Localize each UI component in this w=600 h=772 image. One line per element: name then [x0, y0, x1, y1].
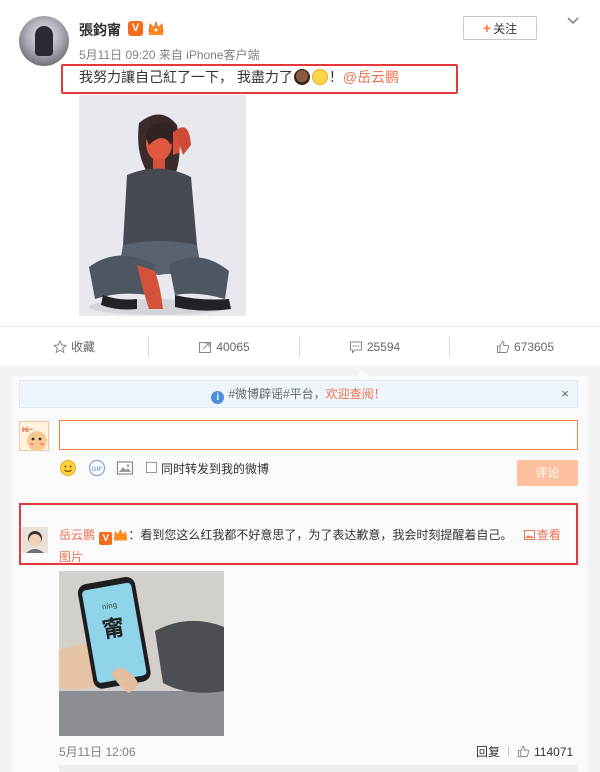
comment-icon — [349, 341, 362, 354]
follow-button[interactable]: + 关注 — [463, 16, 537, 40]
my-avatar[interactable]: Hi~ — [19, 421, 49, 451]
reply-time: 5月11日 12:06 — [59, 745, 136, 759]
author-name[interactable]: 張鈞甯 — [79, 20, 121, 40]
star-icon — [52, 339, 68, 354]
reply-actions: 回复 114071 — [476, 743, 573, 760]
mention-link[interactable]: @岳云鹏 — [343, 69, 399, 85]
verified-badge-icon: V — [99, 532, 113, 545]
phone-character: 甯 — [100, 614, 126, 643]
svg-text:GIF: GIF — [92, 466, 103, 473]
notice-link[interactable]: 欢迎查阅！ — [326, 387, 386, 401]
like-count: 673605 — [513, 340, 555, 354]
phone-photo-image: níng 甯 — [59, 571, 224, 736]
woman-photo-image — [79, 95, 246, 316]
repost-icon — [199, 342, 212, 353]
forward-label: 同时转发到我的微博 — [161, 462, 270, 476]
crown-icon — [114, 529, 128, 541]
notice-text: #微博辟谣#平台， — [228, 387, 326, 401]
favorite-label: 收藏 — [70, 340, 95, 354]
notice-banner: i #微博辟谣#平台，欢迎查阅！ × — [19, 380, 578, 408]
image-icon[interactable] — [116, 459, 134, 477]
emoji-icon[interactable] — [59, 459, 77, 477]
gif-icon[interactable]: GIF — [88, 459, 106, 477]
post-action-bar: 收藏 40065 25594 673605 — [0, 326, 600, 366]
next-comment-strip — [59, 765, 578, 772]
post-text: 我努力讓自己紅了一下， 我盡力了 ！@岳云鹏 — [79, 68, 399, 86]
repost-count: 40065 — [216, 340, 250, 354]
fist-emoji-icon — [311, 69, 328, 85]
chevron-down-icon[interactable] — [566, 14, 580, 28]
plus-icon: + — [482, 20, 492, 36]
crown-icon — [148, 20, 164, 35]
face-emoji-icon — [293, 69, 310, 85]
reply-button[interactable]: 回复 — [476, 745, 500, 759]
reply-content: ：看到您这么红我都不好意思了，为了表达歉意，我会时刻提醒着自己。 — [128, 528, 513, 542]
thumbs-up-icon — [496, 340, 510, 353]
comment-count: 25594 — [366, 340, 401, 354]
follow-label: 关注 — [493, 22, 518, 36]
favorite-button[interactable]: 收藏 — [0, 327, 148, 367]
reply-like-button[interactable]: 114071 — [517, 745, 573, 759]
reply-like-count: 114071 — [534, 745, 574, 759]
verified-badge-icon: V — [128, 21, 143, 36]
close-icon[interactable]: × — [561, 381, 569, 407]
repost-button[interactable]: 40065 — [149, 327, 299, 367]
post-text-main: 我努力讓自己紅了一下， 我盡力了 — [79, 69, 293, 85]
weibo-post: 張鈞甯 V 5月11日 09:20 来自 iPhone客户端 + 关注 我努力讓自… — [0, 0, 600, 366]
post-photo[interactable] — [79, 95, 246, 316]
svg-text:Hi~: Hi~ — [22, 427, 33, 434]
comment-button[interactable]: 25594 — [300, 327, 449, 367]
post-meta: 5月11日 09:20 来自 iPhone客户端 — [79, 48, 260, 62]
cartoon-avatar-image: Hi~ — [20, 422, 48, 450]
divider — [508, 746, 510, 757]
like-button[interactable]: 673605 — [450, 327, 600, 367]
forward-checkbox[interactable] — [146, 462, 157, 473]
info-icon: i — [211, 391, 225, 404]
image-icon — [523, 530, 535, 540]
post-text-punct: ！ — [328, 69, 343, 85]
reply-photo[interactable]: níng 甯 — [59, 571, 224, 736]
baby-avatar-image — [22, 527, 48, 553]
thumbs-up-icon — [517, 745, 530, 758]
reply-text: 岳云鹏 V ：看到您这么红我都不好意思了，为了表达歉意，我会时刻提醒着自己。 查… — [59, 524, 571, 568]
reply-avatar[interactable] — [22, 527, 48, 553]
author-avatar[interactable] — [19, 16, 69, 66]
comment-input[interactable] — [59, 420, 578, 450]
reply-author[interactable]: 岳云鹏 — [59, 528, 95, 542]
comment-submit-button[interactable]: 评论 — [517, 460, 578, 486]
